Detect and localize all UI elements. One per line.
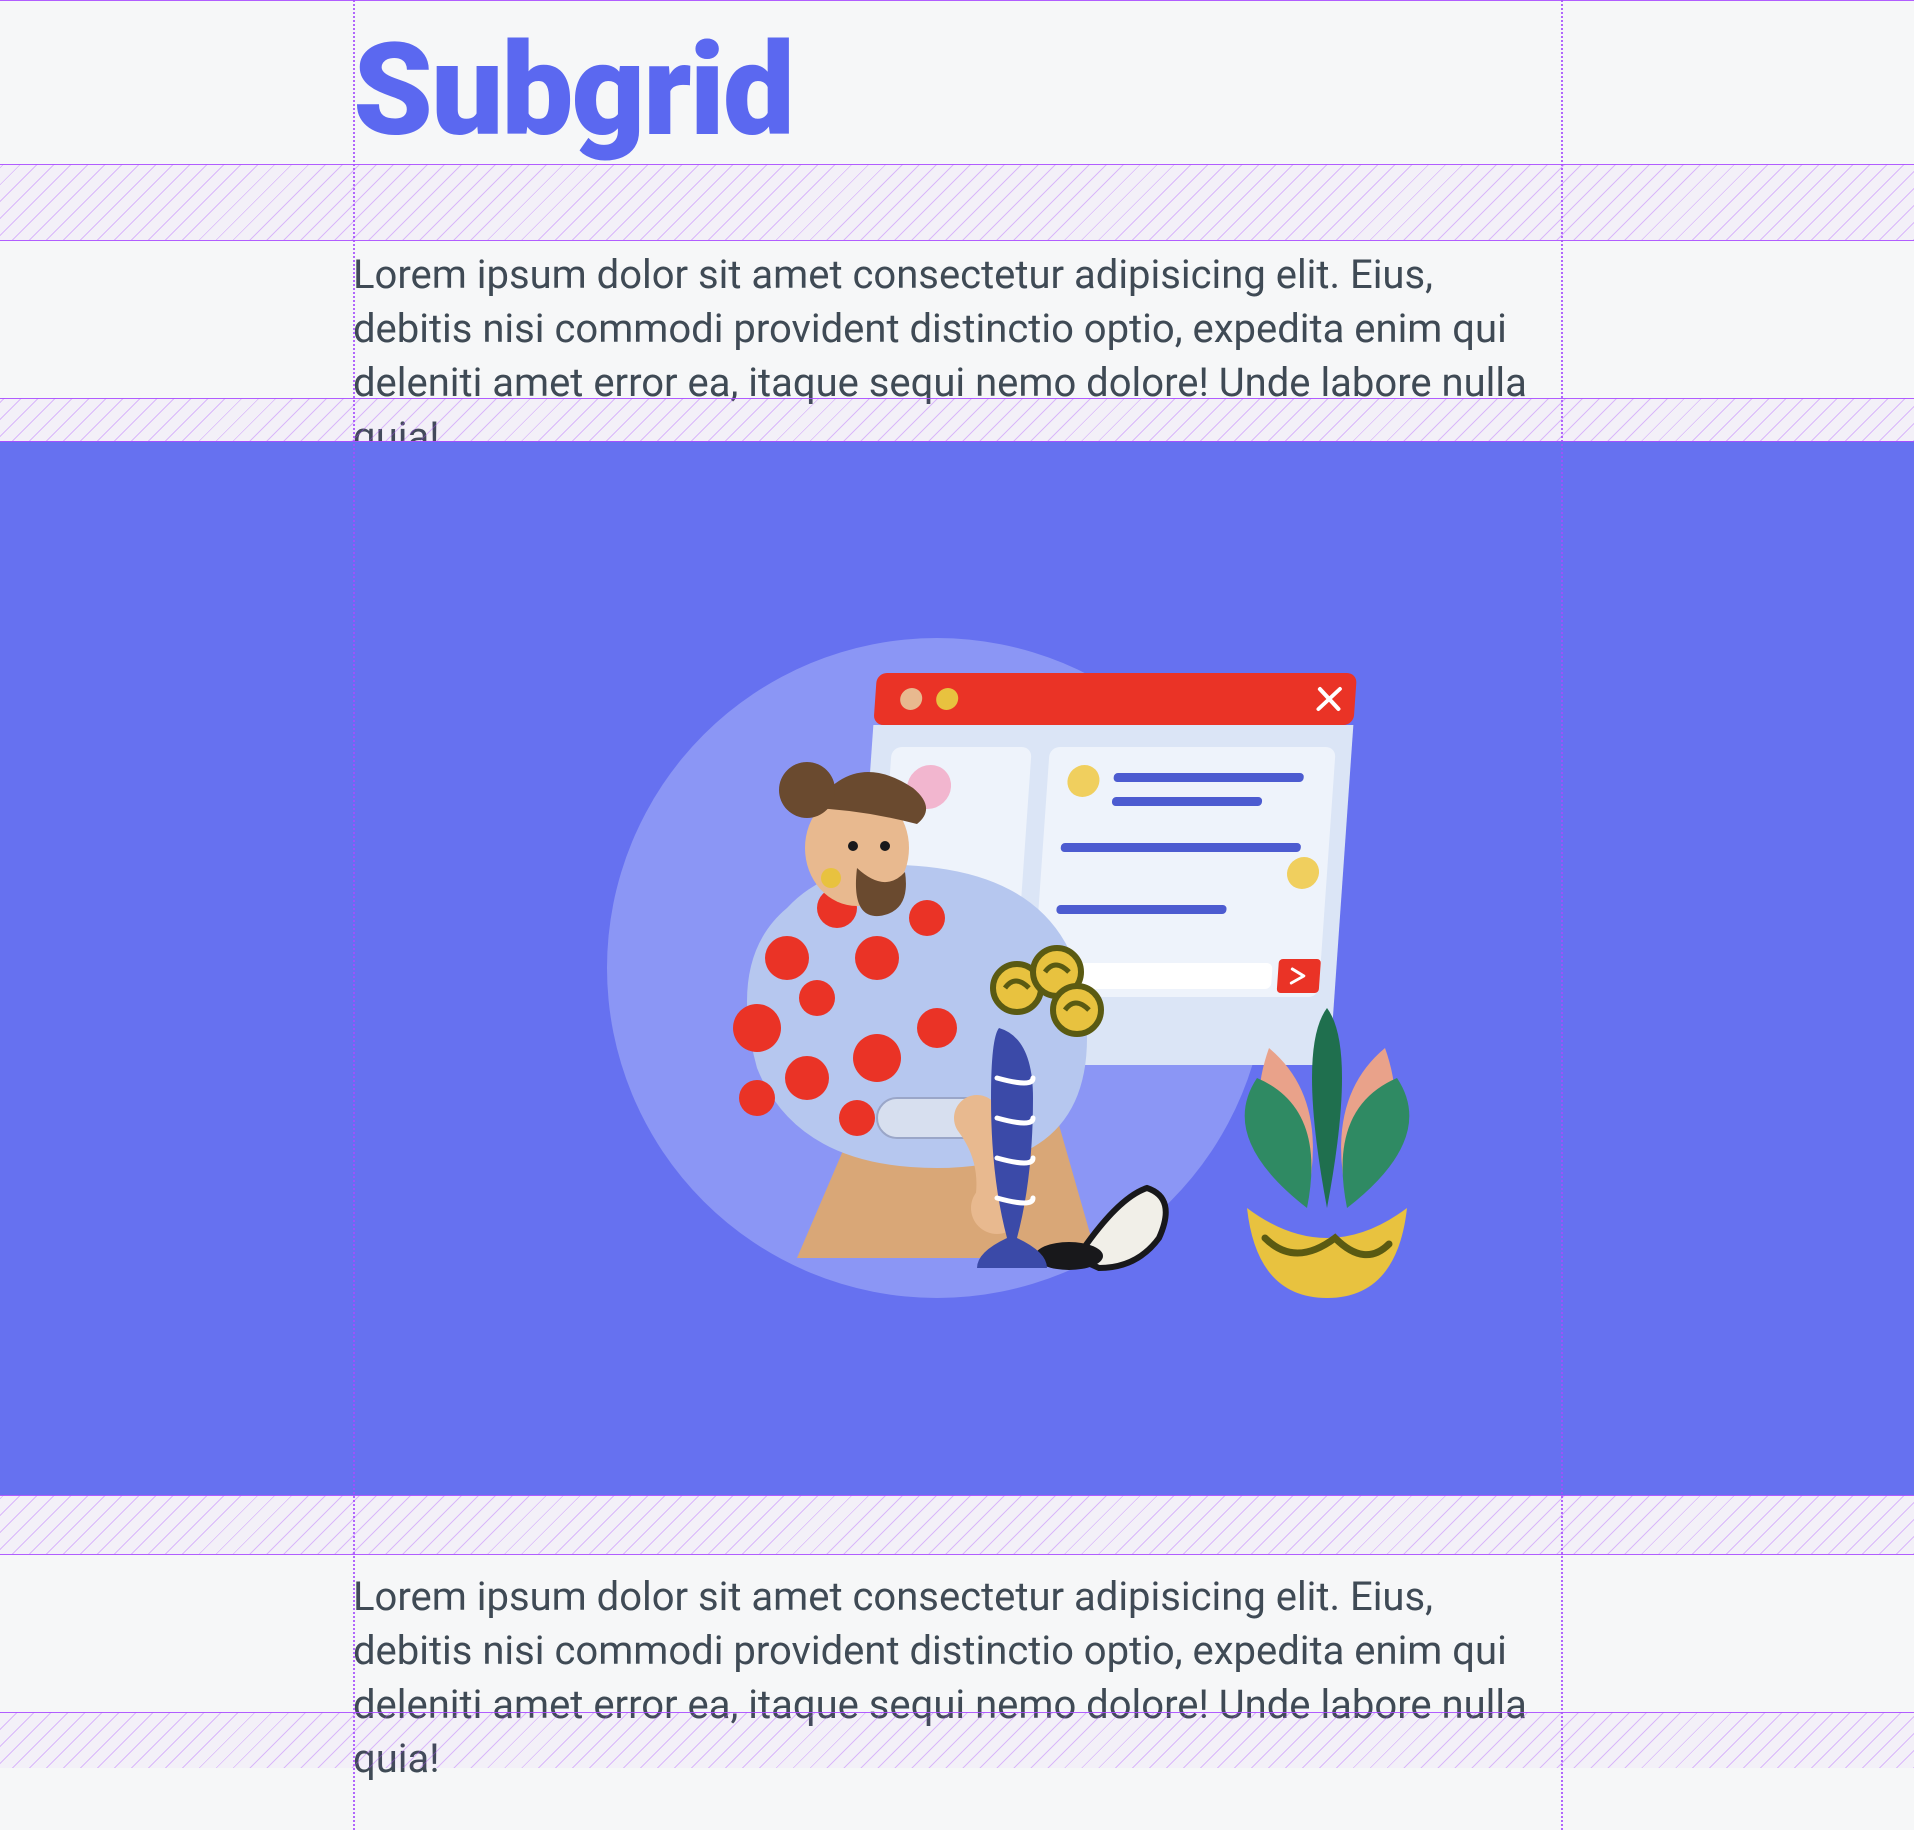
hero-illustration-panel (0, 441, 1914, 1495)
intro-paragraph: Lorem ipsum dolor sit amet consectetur a… (353, 248, 1561, 464)
page-title: Subgrid (353, 14, 793, 158)
person-with-browser-illustration (457, 558, 1457, 1378)
paragraph-2: Lorem ipsum dolor sit amet consectetur a… (353, 1570, 1561, 1786)
